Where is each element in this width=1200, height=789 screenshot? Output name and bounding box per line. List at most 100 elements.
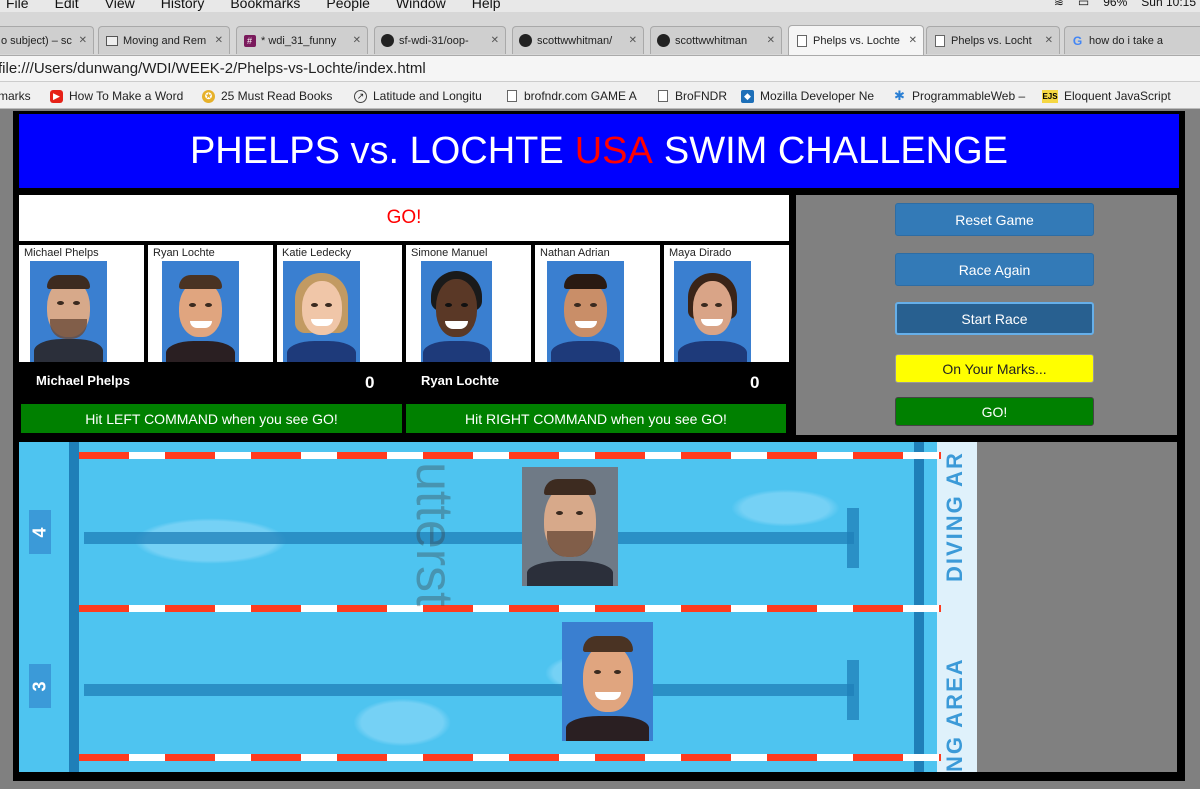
browser-tab-strip: o subject) – sc ✕ Moving and Rem ✕ # * w… xyxy=(0,12,1200,56)
book-icon xyxy=(105,34,118,47)
tab-label: o subject) – sc xyxy=(1,34,72,47)
menu-window[interactable]: Window xyxy=(396,0,446,11)
bookmark-latitude[interactable]: ↗ Latitude and Longitu xyxy=(354,89,482,103)
swimmer-card-lochte[interactable]: Ryan Lochte xyxy=(148,245,273,362)
go-button[interactable]: GO! xyxy=(895,397,1094,426)
player-2-hint-text: Hit RIGHT COMMAND when you see GO! xyxy=(465,410,727,427)
bookmark-label: ProgrammableWeb – xyxy=(912,89,1026,103)
lane-rope xyxy=(79,605,941,612)
wifi-icon[interactable]: ≋ xyxy=(1054,0,1064,9)
menu-history[interactable]: History xyxy=(161,0,205,11)
tab-mail[interactable]: o subject) – sc ✕ xyxy=(0,26,94,54)
lane-marker xyxy=(84,532,854,544)
close-icon[interactable]: ✕ xyxy=(1045,35,1053,46)
swimmer-name: Maya Dirado xyxy=(669,247,732,259)
swimmer-card-dirado[interactable]: Maya Dirado xyxy=(664,245,789,362)
close-icon[interactable]: ✕ xyxy=(215,35,223,46)
title-part-2: SWIM CHALLENGE xyxy=(663,129,1009,172)
reset-game-button[interactable]: Reset Game xyxy=(895,203,1094,236)
bookmark-brofndr-game[interactable]: brofndr.com GAME A xyxy=(505,89,637,103)
swimming-pool: 4 3 DIVING AR NG AREA utterst xyxy=(19,442,977,772)
github-icon xyxy=(657,34,670,47)
lane-rope xyxy=(79,452,941,459)
close-icon[interactable]: ✕ xyxy=(79,35,87,46)
lane-number-4: 4 xyxy=(29,510,51,554)
tab-moving[interactable]: Moving and Rem ✕ xyxy=(98,26,230,54)
tab-label: scottwwhitman xyxy=(675,34,748,47)
close-icon[interactable]: ✕ xyxy=(353,35,361,46)
bookmark-programmableweb[interactable]: ✱ ProgrammableWeb – xyxy=(893,88,1026,103)
slack-icon: # xyxy=(243,34,256,47)
bookmark-label: Mozilla Developer Ne xyxy=(760,89,875,103)
tab-google[interactable]: G how do i take a xyxy=(1064,26,1200,54)
swimmer-photo xyxy=(421,261,492,362)
bookmark-mdn[interactable]: ◆ Mozilla Developer Ne xyxy=(741,89,874,103)
swimmer-card-phelps[interactable]: Michael Phelps xyxy=(19,245,144,362)
swimmer-photo xyxy=(162,261,239,362)
tab-label: Moving and Rem xyxy=(123,34,207,47)
bookmark-25-books[interactable]: ✪ 25 Must Read Books xyxy=(202,89,332,103)
bookmark-label: How To Make a Word xyxy=(69,89,184,103)
google-icon: G xyxy=(1072,33,1083,48)
menu-edit[interactable]: Edit xyxy=(55,0,79,11)
pool-side-gutter xyxy=(977,442,1177,772)
close-icon[interactable]: ✕ xyxy=(629,35,637,46)
bookmark-label: brofndr.com GAME A xyxy=(524,89,637,103)
start-race-button[interactable]: Start Race xyxy=(895,302,1094,335)
page-viewport: PHELPS vs. LOCHTE USA SWIM CHALLENGE GO!… xyxy=(0,109,1200,789)
title-usa: USA xyxy=(574,129,653,172)
bookmark-how-to-make[interactable]: ▶ How To Make a Word xyxy=(50,89,183,103)
bookmark-brofndr[interactable]: BroFNDR xyxy=(656,89,727,103)
pool-wall-left xyxy=(69,442,79,772)
close-icon[interactable]: ✕ xyxy=(491,35,499,46)
lane-marker xyxy=(84,684,854,696)
tab-label: Phelps vs. Lochte xyxy=(813,34,900,47)
tab-github-scott-1[interactable]: scottwwhitman/ ✕ xyxy=(512,26,644,54)
bookmark-eloquent-js[interactable]: EJS Eloquent JavaScript xyxy=(1042,89,1171,103)
document-icon xyxy=(933,34,946,47)
swimmer-name: Nathan Adrian xyxy=(540,247,610,259)
swimmer-card-adrian[interactable]: Nathan Adrian xyxy=(535,245,660,362)
scoreboard: Michael Phelps 0 Ryan Lochte 0 xyxy=(19,362,789,402)
lane-rope xyxy=(79,754,941,761)
swimmer-card-ledecky[interactable]: Katie Ledecky xyxy=(277,245,402,362)
racer-phelps xyxy=(522,467,618,586)
swimmer-name: Ryan Lochte xyxy=(153,247,215,259)
swimmer-photo xyxy=(547,261,624,362)
battery-level[interactable]: 96% xyxy=(1103,0,1127,9)
menu-help[interactable]: Help xyxy=(472,0,501,11)
flag-icon[interactable]: ▭ xyxy=(1078,0,1089,9)
address-bar[interactable]: file:///Users/dunwang/WDI/WEEK-2/Phelps-… xyxy=(0,56,1200,82)
player-1-hint: Hit LEFT COMMAND when you see GO! xyxy=(21,404,402,433)
on-your-marks-button[interactable]: On Your Marks... xyxy=(895,354,1094,383)
tab-github-scott-2[interactable]: scottwwhitman ✕ xyxy=(650,26,782,54)
menu-bookmarks[interactable]: Bookmarks xyxy=(230,0,300,11)
bookmark-label: Latitude and Longitu xyxy=(373,89,482,103)
swimmer-card-manuel[interactable]: Simone Manuel xyxy=(406,245,531,362)
url-text[interactable]: file:///Users/dunwang/WDI/WEEK-2/Phelps-… xyxy=(0,60,426,77)
bookmark-label: Eloquent JavaScript xyxy=(1064,89,1171,103)
tab-phelps-active[interactable]: Phelps vs. Lochte ✕ xyxy=(788,25,924,55)
player-1-name: Michael Phelps xyxy=(36,373,130,388)
bookmark-folder[interactable]: marks xyxy=(0,89,31,103)
compass-icon: ↗ xyxy=(354,89,367,103)
youtube-icon: ▶ xyxy=(50,89,63,103)
tab-github-oop[interactable]: sf-wdi-31/oop- ✕ xyxy=(374,26,506,54)
bookmark-label: 25 Must Read Books xyxy=(221,89,333,103)
clock[interactable]: Sun 10:15 xyxy=(1141,0,1196,9)
swimmer-name: Simone Manuel xyxy=(411,247,488,259)
menu-people[interactable]: People xyxy=(326,0,370,11)
race-again-button[interactable]: Race Again xyxy=(895,253,1094,286)
menu-file[interactable]: File xyxy=(6,0,29,11)
tab-label: sf-wdi-31/oop- xyxy=(399,34,469,47)
menu-view[interactable]: View xyxy=(105,0,135,11)
race-status-text: GO! xyxy=(386,207,422,228)
game-title-banner: PHELPS vs. LOCHTE USA SWIM CHALLENGE xyxy=(19,114,1179,188)
close-icon[interactable]: ✕ xyxy=(767,35,775,46)
swimmer-photo xyxy=(283,261,360,362)
github-icon xyxy=(381,34,394,47)
tab-slack[interactable]: # * wdi_31_funny ✕ xyxy=(236,26,368,54)
swimmer-name: Katie Ledecky xyxy=(282,247,352,259)
tab-phelps-2[interactable]: Phelps vs. Locht ✕ xyxy=(926,26,1060,54)
close-icon[interactable]: ✕ xyxy=(909,35,917,46)
